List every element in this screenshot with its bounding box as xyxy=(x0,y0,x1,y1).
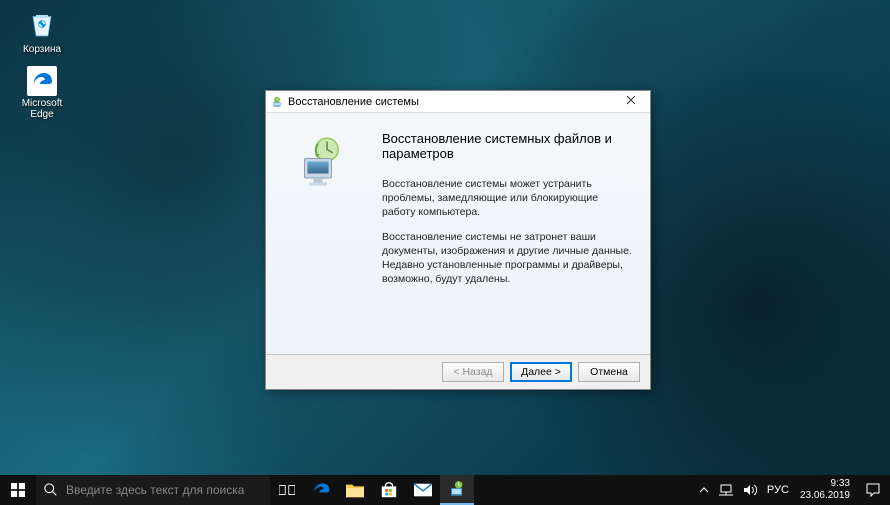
next-button[interactable]: Далее > xyxy=(510,362,572,382)
restore-taskbar-icon xyxy=(447,479,467,499)
dialog-titlebar[interactable]: Восстановление системы xyxy=(266,91,650,113)
chevron-up-icon xyxy=(699,485,709,495)
back-button: < Назад xyxy=(442,362,504,382)
recycle-bin-label: Корзина xyxy=(23,44,61,55)
taskbar-system-restore[interactable] xyxy=(440,475,474,505)
edge-taskbar-icon xyxy=(311,480,331,500)
close-button[interactable] xyxy=(616,93,646,111)
windows-logo-icon xyxy=(11,483,25,497)
system-restore-dialog: Восстановление системы xyxy=(265,90,651,390)
search-icon xyxy=(44,483,58,497)
taskbar-file-explorer[interactable] xyxy=(338,475,372,505)
edge-label: Microsoft Edge xyxy=(22,98,63,120)
mail-icon xyxy=(414,483,432,497)
dialog-footer: < Назад Далее > Отмена xyxy=(266,355,650,389)
system-restore-icon xyxy=(291,133,351,193)
dialog-paragraph-2: Восстановление системы не затронет ваши … xyxy=(382,230,632,287)
dialog-paragraph-1: Восстановление системы может устранить п… xyxy=(382,177,632,220)
dialog-title: Восстановление системы xyxy=(284,96,616,108)
tray-network[interactable] xyxy=(714,475,738,505)
store-icon xyxy=(380,481,398,499)
taskbar: Введите здесь текст для поиска xyxy=(0,475,890,505)
task-view-icon xyxy=(279,483,295,497)
folder-icon xyxy=(346,482,364,498)
edge-icon[interactable]: Microsoft Edge xyxy=(12,66,72,120)
task-view-button[interactable] xyxy=(270,475,304,505)
network-icon xyxy=(719,484,733,496)
desktop[interactable]: Корзина Microsoft Edge Восстановление си… xyxy=(0,0,890,475)
taskbar-edge[interactable] xyxy=(304,475,338,505)
search-placeholder: Введите здесь текст для поиска xyxy=(66,483,244,497)
volume-icon xyxy=(743,484,757,496)
dialog-heading: Восстановление системных файлов и параме… xyxy=(382,131,632,161)
close-icon xyxy=(626,95,636,105)
taskbar-store[interactable] xyxy=(372,475,406,505)
tray-volume[interactable] xyxy=(738,475,762,505)
tray-language[interactable]: РУС xyxy=(762,475,794,505)
search-input[interactable]: Введите здесь текст для поиска xyxy=(36,475,270,505)
tray-overflow[interactable] xyxy=(694,475,714,505)
notification-icon xyxy=(866,483,880,497)
recycle-bin-icon[interactable]: Корзина xyxy=(12,6,72,55)
cancel-button[interactable]: Отмена xyxy=(578,362,640,382)
restore-titlebar-icon xyxy=(270,95,284,109)
start-button[interactable] xyxy=(0,475,36,505)
clock-time: 9:33 xyxy=(800,478,850,490)
action-center-button[interactable] xyxy=(856,475,890,505)
tray-clock[interactable]: 9:33 23.06.2019 xyxy=(794,478,856,502)
taskbar-mail[interactable] xyxy=(406,475,440,505)
clock-date: 23.06.2019 xyxy=(800,490,850,502)
